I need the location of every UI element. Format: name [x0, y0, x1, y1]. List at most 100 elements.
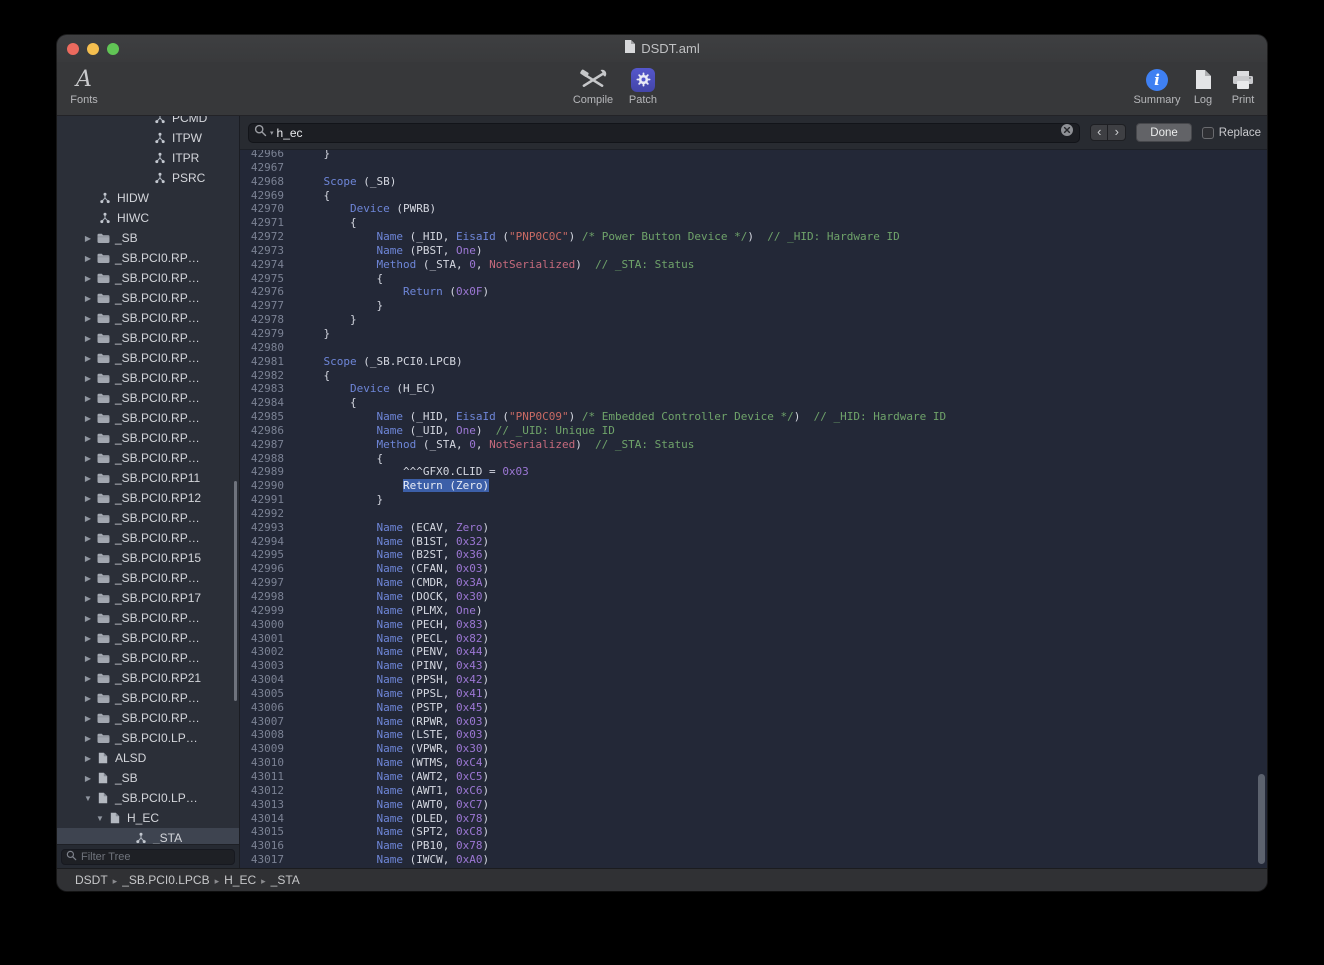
code-text[interactable]: Scope (_SB)	[297, 175, 396, 189]
code-text[interactable]: }	[297, 327, 330, 341]
sidebar-item-sb-pci0-lp[interactable]: ▼_SB.PCI0.LP…	[57, 788, 239, 808]
patch-button[interactable]: Patch	[618, 65, 668, 106]
sidebar-item-sb-pci0-rp[interactable]: ▶_SB.PCI0.RP…	[57, 288, 239, 308]
disclosure-triangle-icon[interactable]: ▶	[81, 734, 95, 743]
code-line[interactable]: 42995 Name (B2ST, 0x36)	[240, 548, 1267, 562]
sidebar-item-sb-pci0-rp[interactable]: ▶_SB.PCI0.RP…	[57, 328, 239, 348]
sidebar-item-sb-pci0-rp[interactable]: ▶_SB.PCI0.RP…	[57, 408, 239, 428]
code-line[interactable]: 42971 {	[240, 216, 1267, 230]
log-button[interactable]: Log	[1183, 65, 1223, 106]
sidebar-item-sb-pci0-rp[interactable]: ▶_SB.PCI0.RP…	[57, 648, 239, 668]
code-text[interactable]: Name (PECL, 0x82)	[297, 632, 489, 646]
sidebar-item-alsd[interactable]: ▶ALSD	[57, 748, 239, 768]
replace-option[interactable]: Replace	[1202, 127, 1261, 139]
code-line[interactable]: 42984 {	[240, 396, 1267, 410]
code-text[interactable]: }	[297, 150, 330, 161]
code-line[interactable]: 42989 ^^^GFX0.CLID = 0x03	[240, 465, 1267, 479]
code-line[interactable]: 42983 Device (H_EC)	[240, 382, 1267, 396]
summary-button[interactable]: i Summary	[1131, 65, 1183, 106]
sidebar-item-sb[interactable]: ▶_SB	[57, 768, 239, 788]
code-text[interactable]: Name (AWT2, 0xC5)	[297, 770, 489, 784]
code-line[interactable]: 43011 Name (AWT2, 0xC5)	[240, 770, 1267, 784]
code-text[interactable]: Name (SPT2, 0xC8)	[297, 825, 489, 839]
sidebar-item-sb-pci0-rp[interactable]: ▶_SB.PCI0.RP…	[57, 348, 239, 368]
code-line[interactable]: 42999 Name (PLMX, One)	[240, 604, 1267, 618]
sidebar-item-sb-pci0-rp12[interactable]: ▶_SB.PCI0.RP12	[57, 488, 239, 508]
code-line[interactable]: 43007 Name (RPWR, 0x03)	[240, 715, 1267, 729]
sidebar-item-sb-pci0-rp21[interactable]: ▶_SB.PCI0.RP21	[57, 668, 239, 688]
code-line[interactable]: 42975 {	[240, 272, 1267, 286]
code-line[interactable]: 43017 Name (IWCW, 0xA0)	[240, 853, 1267, 867]
sidebar-scrollbar[interactable]	[234, 481, 237, 701]
code-text[interactable]: Name (IWCW, 0xA0)	[297, 853, 489, 867]
code-line[interactable]: 42997 Name (CMDR, 0x3A)	[240, 576, 1267, 590]
code-text[interactable]: }	[297, 299, 383, 313]
code-line[interactable]: 42992	[240, 507, 1267, 521]
minimize-button[interactable]	[87, 43, 99, 55]
sidebar-item-sb-pci0-rp[interactable]: ▶_SB.PCI0.RP…	[57, 628, 239, 648]
disclosure-triangle-icon[interactable]: ▶	[81, 694, 95, 703]
code-text[interactable]: {	[297, 216, 357, 230]
titlebar[interactable]: DSDT.aml	[57, 35, 1267, 62]
done-button[interactable]: Done	[1136, 123, 1192, 142]
code-text[interactable]: Name (PECH, 0x83)	[297, 618, 489, 632]
code-line[interactable]: 42972 Name (_HID, EisaId ("PNP0C0C") /* …	[240, 230, 1267, 244]
zoom-button[interactable]	[107, 43, 119, 55]
code-text[interactable]: Name (_HID, EisaId ("PNP0C0C") /* Power …	[297, 230, 900, 244]
disclosure-triangle-icon[interactable]: ▶	[81, 274, 95, 283]
disclosure-triangle-icon[interactable]: ▶	[81, 754, 95, 763]
fonts-button[interactable]: A Fonts	[59, 65, 109, 106]
sidebar-item-itpr[interactable]: ITPR	[57, 148, 239, 168]
code-text[interactable]: ^^^GFX0.CLID = 0x03	[297, 465, 529, 479]
code-line[interactable]: 43002 Name (PENV, 0x44)	[240, 645, 1267, 659]
sidebar-item-pcmd[interactable]: PCMD	[57, 116, 239, 128]
code-text[interactable]: Name (_HID, EisaId ("PNP0C09") /* Embedd…	[297, 410, 946, 424]
code-line[interactable]: 42994 Name (B1ST, 0x32)	[240, 535, 1267, 549]
disclosure-triangle-icon[interactable]: ▶	[81, 314, 95, 323]
sidebar-item-sta[interactable]: _STA	[57, 828, 239, 844]
breadcrumb-item[interactable]: _STA	[271, 873, 300, 887]
code-text[interactable]: Name (CFAN, 0x03)	[297, 562, 489, 576]
sidebar-item-sb-pci0-rp17[interactable]: ▶_SB.PCI0.RP17	[57, 588, 239, 608]
code-line[interactable]: 43000 Name (PECH, 0x83)	[240, 618, 1267, 632]
disclosure-triangle-icon[interactable]: ▶	[81, 414, 95, 423]
code-text[interactable]: }	[297, 493, 383, 507]
disclosure-triangle-icon[interactable]: ▶	[81, 614, 95, 623]
disclosure-triangle-icon[interactable]: ▶	[81, 454, 95, 463]
code-line[interactable]: 42996 Name (CFAN, 0x03)	[240, 562, 1267, 576]
disclosure-triangle-icon[interactable]: ▶	[81, 354, 95, 363]
code-text[interactable]: Name (PLMX, One)	[297, 604, 482, 618]
disclosure-triangle-icon[interactable]: ▶	[81, 554, 95, 563]
code-text[interactable]: }	[297, 313, 357, 327]
sidebar-item-sb-pci0-rp[interactable]: ▶_SB.PCI0.RP…	[57, 368, 239, 388]
code-line[interactable]: 42986 Name (_UID, One) // _UID: Unique I…	[240, 424, 1267, 438]
sidebar-item-sb-pci0-rp[interactable]: ▶_SB.PCI0.RP…	[57, 708, 239, 728]
breadcrumb-item[interactable]: H_EC	[224, 873, 256, 887]
filter-tree-input[interactable]: Filter Tree	[61, 849, 235, 865]
close-button[interactable]	[67, 43, 79, 55]
code-text[interactable]: Name (LSTE, 0x03)	[297, 728, 489, 742]
sidebar-item-sb[interactable]: ▶_SB	[57, 228, 239, 248]
code-text[interactable]: Name (PPSH, 0x42)	[297, 673, 489, 687]
replace-checkbox[interactable]	[1202, 127, 1214, 139]
code-line[interactable]: 42967	[240, 161, 1267, 175]
code-line[interactable]: 43008 Name (LSTE, 0x03)	[240, 728, 1267, 742]
code-text[interactable]: Method (_STA, 0, NotSerialized) // _STA:…	[297, 258, 694, 272]
disclosure-triangle-icon[interactable]: ▶	[81, 534, 95, 543]
code-line[interactable]: 42988 {	[240, 452, 1267, 466]
code-line[interactable]: 42998 Name (DOCK, 0x30)	[240, 590, 1267, 604]
code-text[interactable]: Name (PSTP, 0x45)	[297, 701, 489, 715]
sidebar-item-sb-pci0-rp[interactable]: ▶_SB.PCI0.RP…	[57, 508, 239, 528]
code-text[interactable]: Return (Zero)	[297, 479, 489, 493]
code-line[interactable]: 43001 Name (PECL, 0x82)	[240, 632, 1267, 646]
code-text[interactable]: Name (WTMS, 0xC4)	[297, 756, 489, 770]
code-line[interactable]: 42977 }	[240, 299, 1267, 313]
code-line[interactable]: 42966 }	[240, 150, 1267, 161]
code-line[interactable]: 42993 Name (ECAV, Zero)	[240, 521, 1267, 535]
code-text[interactable]: Name (B1ST, 0x32)	[297, 535, 489, 549]
code-line[interactable]: 43016 Name (PB10, 0x78)	[240, 839, 1267, 853]
code-text[interactable]: Name (PINV, 0x43)	[297, 659, 489, 673]
code-text[interactable]: Name (ECAV, Zero)	[297, 521, 489, 535]
code-text[interactable]: Return (0x0F)	[297, 285, 489, 299]
editor-scrollbar[interactable]	[1258, 774, 1265, 864]
